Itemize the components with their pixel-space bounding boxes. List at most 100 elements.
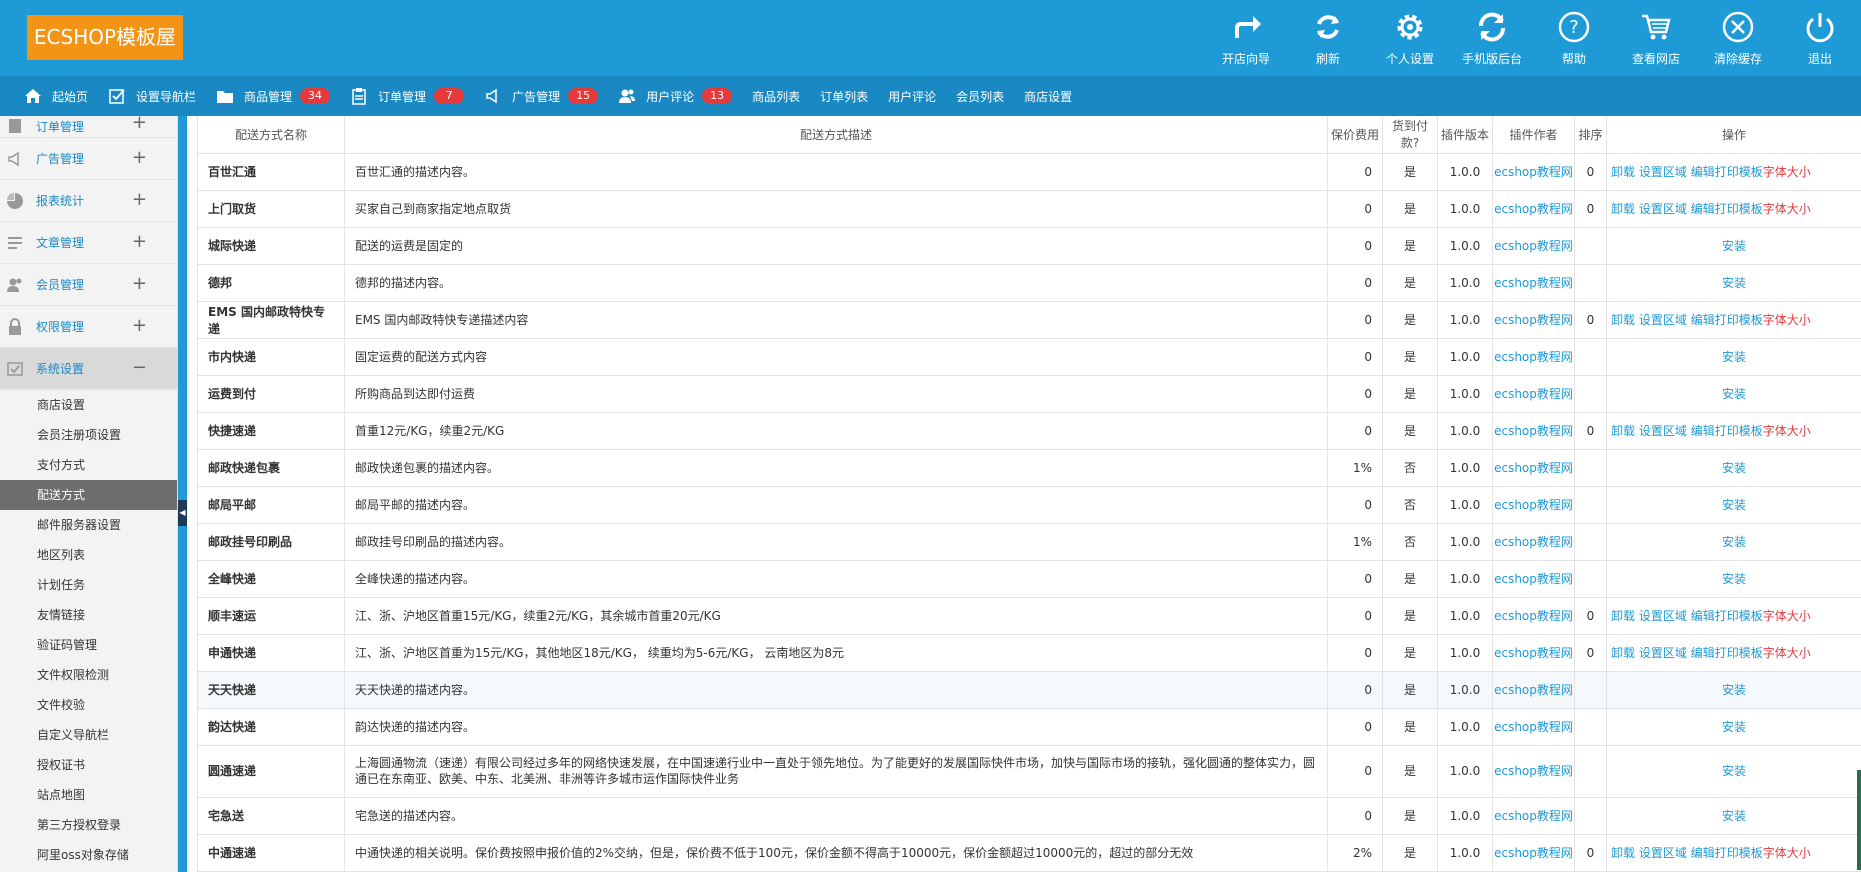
sidebar-item-shipping[interactable]: 配送方式: [0, 480, 177, 510]
logo[interactable]: ECSHOP模板屋: [27, 15, 183, 60]
sidebar-item-license[interactable]: 授权证书: [0, 750, 177, 780]
install-link[interactable]: 安装: [1611, 348, 1857, 365]
install-link[interactable]: 安装: [1611, 274, 1857, 291]
view-store-button[interactable]: 查看网店: [1615, 0, 1697, 76]
set-area-link[interactable]: 设置区域: [1639, 202, 1687, 216]
install-link[interactable]: 安装: [1611, 237, 1857, 254]
uninstall-link[interactable]: 卸载: [1611, 424, 1635, 438]
nav-goods[interactable]: 商品管理 34: [216, 76, 331, 116]
cell-author[interactable]: ecshop教程网: [1492, 833, 1575, 872]
install-link[interactable]: 安装: [1611, 496, 1857, 513]
font-size-link[interactable]: 字体大小: [1763, 646, 1811, 660]
expand-icon[interactable]: +: [132, 147, 147, 168]
mobile-admin-button[interactable]: 手机版后台: [1451, 0, 1533, 76]
cell-author[interactable]: ecshop教程网: [1492, 226, 1575, 265]
personal-settings-button[interactable]: 个人设置: [1369, 0, 1451, 76]
sidebar-item-file-check[interactable]: 文件校验: [0, 690, 177, 720]
install-link[interactable]: 安装: [1611, 807, 1857, 824]
collapse-icon[interactable]: −: [132, 357, 147, 378]
install-link[interactable]: 安装: [1611, 570, 1857, 587]
expand-icon[interactable]: +: [132, 315, 147, 336]
refresh-button[interactable]: 刷新: [1287, 0, 1369, 76]
cell-author[interactable]: ecshop教程网: [1492, 411, 1575, 450]
install-link[interactable]: 安装: [1611, 718, 1857, 735]
expand-icon[interactable]: +: [132, 273, 147, 294]
cell-author[interactable]: ecshop教程网: [1492, 152, 1575, 191]
sidebar-item-custom-nav[interactable]: 自定义导航栏: [0, 720, 177, 750]
install-link[interactable]: 安装: [1611, 533, 1857, 550]
sidebar-item-regions[interactable]: 地区列表: [0, 540, 177, 570]
uninstall-link[interactable]: 卸载: [1611, 646, 1635, 660]
sidebar-item-friend-links[interactable]: 友情链接: [0, 600, 177, 630]
setup-wizard-button[interactable]: 开店向导: [1205, 0, 1287, 76]
uninstall-link[interactable]: 卸载: [1611, 313, 1635, 327]
install-link[interactable]: 安装: [1611, 681, 1857, 698]
nav-user-comments[interactable]: 用户评论: [888, 76, 936, 116]
font-size-link[interactable]: 字体大小: [1763, 424, 1811, 438]
install-link[interactable]: 安装: [1611, 763, 1857, 779]
nav-ads[interactable]: 广告管理 15: [484, 76, 599, 116]
font-size-link[interactable]: 字体大小: [1763, 165, 1811, 179]
set-area-link[interactable]: 设置区域: [1639, 424, 1687, 438]
cell-author[interactable]: ecshop教程网: [1492, 263, 1575, 302]
uninstall-link[interactable]: 卸载: [1611, 202, 1635, 216]
sidebar-item-cron[interactable]: 计划任务: [0, 570, 177, 600]
sidebar-group-articles[interactable]: 文章管理 +: [0, 222, 177, 264]
sidebar-item-register-fields[interactable]: 会员注册项设置: [0, 420, 177, 450]
sidebar-item-payment[interactable]: 支付方式: [0, 450, 177, 480]
edit-print-template-link[interactable]: 编辑打印模板: [1691, 424, 1763, 438]
cell-author[interactable]: ecshop教程网: [1492, 796, 1575, 835]
edit-print-template-link[interactable]: 编辑打印模板: [1691, 609, 1763, 623]
sidebar-group-orders[interactable]: 订单管理 +: [0, 116, 177, 138]
uninstall-link[interactable]: 卸载: [1611, 609, 1635, 623]
cell-author[interactable]: ecshop教程网: [1492, 485, 1575, 524]
nav-member-list[interactable]: 会员列表: [956, 76, 1004, 116]
set-area-link[interactable]: 设置区域: [1639, 165, 1687, 179]
cell-author[interactable]: ecshop教程网: [1492, 374, 1575, 413]
font-size-link[interactable]: 字体大小: [1763, 202, 1811, 216]
cell-author[interactable]: ecshop教程网: [1492, 559, 1575, 598]
cell-author[interactable]: ecshop教程网: [1492, 522, 1575, 561]
uninstall-link[interactable]: 卸载: [1611, 846, 1635, 860]
sidebar-group-ads[interactable]: 广告管理 +: [0, 138, 177, 180]
install-link[interactable]: 安装: [1611, 385, 1857, 402]
nav-settings-navbar[interactable]: 设置导航栏: [108, 76, 196, 116]
edit-print-template-link[interactable]: 编辑打印模板: [1691, 846, 1763, 860]
font-size-link[interactable]: 字体大小: [1763, 609, 1811, 623]
expand-icon[interactable]: +: [132, 189, 147, 210]
cell-author[interactable]: ecshop教程网: [1492, 707, 1575, 746]
sidebar-collapse-handle[interactable]: ◀: [178, 500, 187, 526]
set-area-link[interactable]: 设置区域: [1639, 609, 1687, 623]
expand-icon[interactable]: +: [132, 231, 147, 252]
edit-print-template-link[interactable]: 编辑打印模板: [1691, 202, 1763, 216]
sidebar-item-captcha[interactable]: 验证码管理: [0, 630, 177, 660]
clear-cache-button[interactable]: 清除缓存: [1697, 0, 1779, 76]
cell-author[interactable]: ecshop教程网: [1492, 300, 1575, 339]
help-button[interactable]: ? 帮助: [1533, 0, 1615, 76]
edit-print-template-link[interactable]: 编辑打印模板: [1691, 165, 1763, 179]
scrollbar-thumb[interactable]: [1857, 770, 1861, 870]
set-area-link[interactable]: 设置区域: [1639, 846, 1687, 860]
install-link[interactable]: 安装: [1611, 459, 1857, 476]
sidebar-group-system[interactable]: 系统设置 −: [0, 348, 177, 390]
cell-author[interactable]: ecshop教程网: [1492, 448, 1575, 487]
nav-comments[interactable]: 用户评论 13: [618, 76, 733, 116]
cell-author[interactable]: ecshop教程网: [1492, 633, 1575, 672]
cell-author[interactable]: ecshop教程网: [1492, 744, 1575, 798]
edit-print-template-link[interactable]: 编辑打印模板: [1691, 646, 1763, 660]
cell-author[interactable]: ecshop教程网: [1492, 596, 1575, 635]
sidebar-item-aliyun-oss[interactable]: 阿里oss对象存储: [0, 840, 177, 870]
sidebar-group-members[interactable]: 会员管理 +: [0, 264, 177, 306]
font-size-link[interactable]: 字体大小: [1763, 313, 1811, 327]
expand-icon[interactable]: +: [132, 116, 147, 133]
edit-print-template-link[interactable]: 编辑打印模板: [1691, 313, 1763, 327]
nav-goods-list[interactable]: 商品列表: [752, 76, 800, 116]
sidebar-group-reports[interactable]: 报表统计 +: [0, 180, 177, 222]
uninstall-link[interactable]: 卸载: [1611, 165, 1635, 179]
cell-author[interactable]: ecshop教程网: [1492, 337, 1575, 376]
set-area-link[interactable]: 设置区域: [1639, 646, 1687, 660]
sidebar-item-mail-server[interactable]: 邮件服务器设置: [0, 510, 177, 540]
nav-shop-settings[interactable]: 商店设置: [1024, 76, 1072, 116]
sidebar-item-sitemap[interactable]: 站点地图: [0, 780, 177, 810]
logout-button[interactable]: 退出: [1779, 0, 1861, 76]
